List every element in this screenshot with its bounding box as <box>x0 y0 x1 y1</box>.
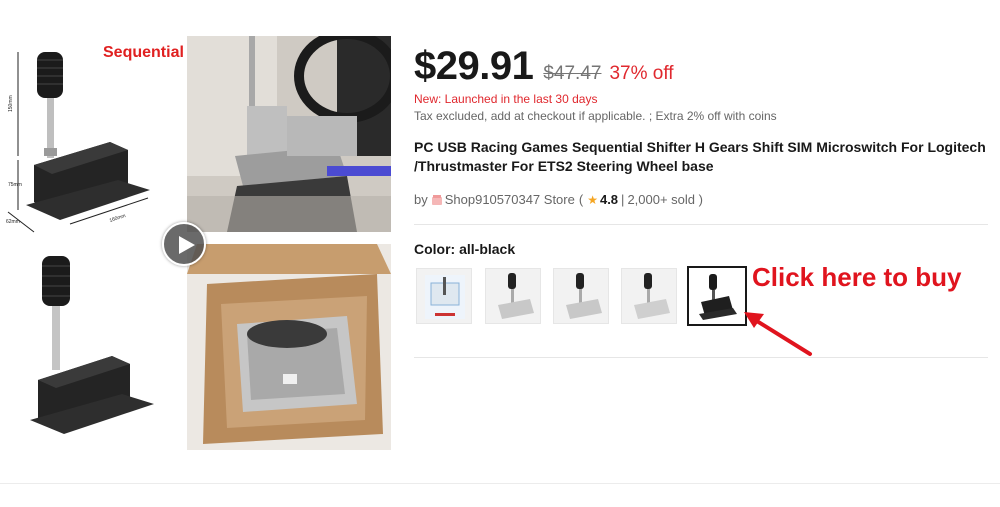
store-row: by Shop910570347 Store ( ★ 4.8 | 2,000+ … <box>414 192 703 207</box>
product-title: PC USB Racing Games Sequential Shifter H… <box>414 139 986 174</box>
shifter-drawing-bottom <box>30 256 154 434</box>
discount-badge: 37% off <box>609 63 674 84</box>
click-here-to-buy-link[interactable]: Click here to buy <box>752 262 962 293</box>
new-launch-notice: New: Launched in the last 30 days <box>414 92 598 106</box>
dim-150: 150mm <box>8 95 14 112</box>
dim-62: 62mm <box>6 219 20 225</box>
dim-75: 75mm <box>8 182 22 188</box>
dim-160: 160mm <box>109 213 127 224</box>
color-swatch-variant-2[interactable] <box>485 268 541 324</box>
play-video-button[interactable] <box>162 222 206 266</box>
red-arrow-icon <box>744 312 812 356</box>
store-link[interactable]: Shop910570347 Store <box>445 192 575 207</box>
store-rating: 4.8 <box>599 192 619 207</box>
product-photo-mounted[interactable] <box>187 36 391 232</box>
shifter-drawing-top <box>26 52 150 220</box>
by-label: by <box>414 192 428 207</box>
original-price: $47.47 <box>543 63 602 84</box>
store-icon <box>431 194 443 206</box>
separator: | <box>621 192 625 207</box>
current-price: $29.91 <box>414 44 534 88</box>
tax-notice: Tax excluded, add at checkout if applica… <box>414 109 777 123</box>
color-swatch-variant-3[interactable] <box>553 268 609 324</box>
open-paren: ( <box>578 192 584 207</box>
sold-count: 2,000+ sold ) <box>627 192 703 207</box>
divider <box>0 483 1000 484</box>
product-dimension-image[interactable]: 150mm 75mm 62mm 160mm <box>0 30 180 440</box>
product-photo-boxed[interactable] <box>187 244 391 450</box>
play-icon <box>179 236 195 254</box>
color-swatch-variant-1[interactable] <box>416 268 472 324</box>
price-row: $29.91 $47.47 37% off <box>414 44 674 89</box>
divider <box>414 357 988 358</box>
divider <box>414 224 988 225</box>
color-swatch-all-black[interactable] <box>687 266 747 326</box>
color-option-label: Color: all-black <box>414 241 516 257</box>
color-swatch-variant-4[interactable] <box>621 268 677 324</box>
star-icon: ★ <box>587 192 598 207</box>
